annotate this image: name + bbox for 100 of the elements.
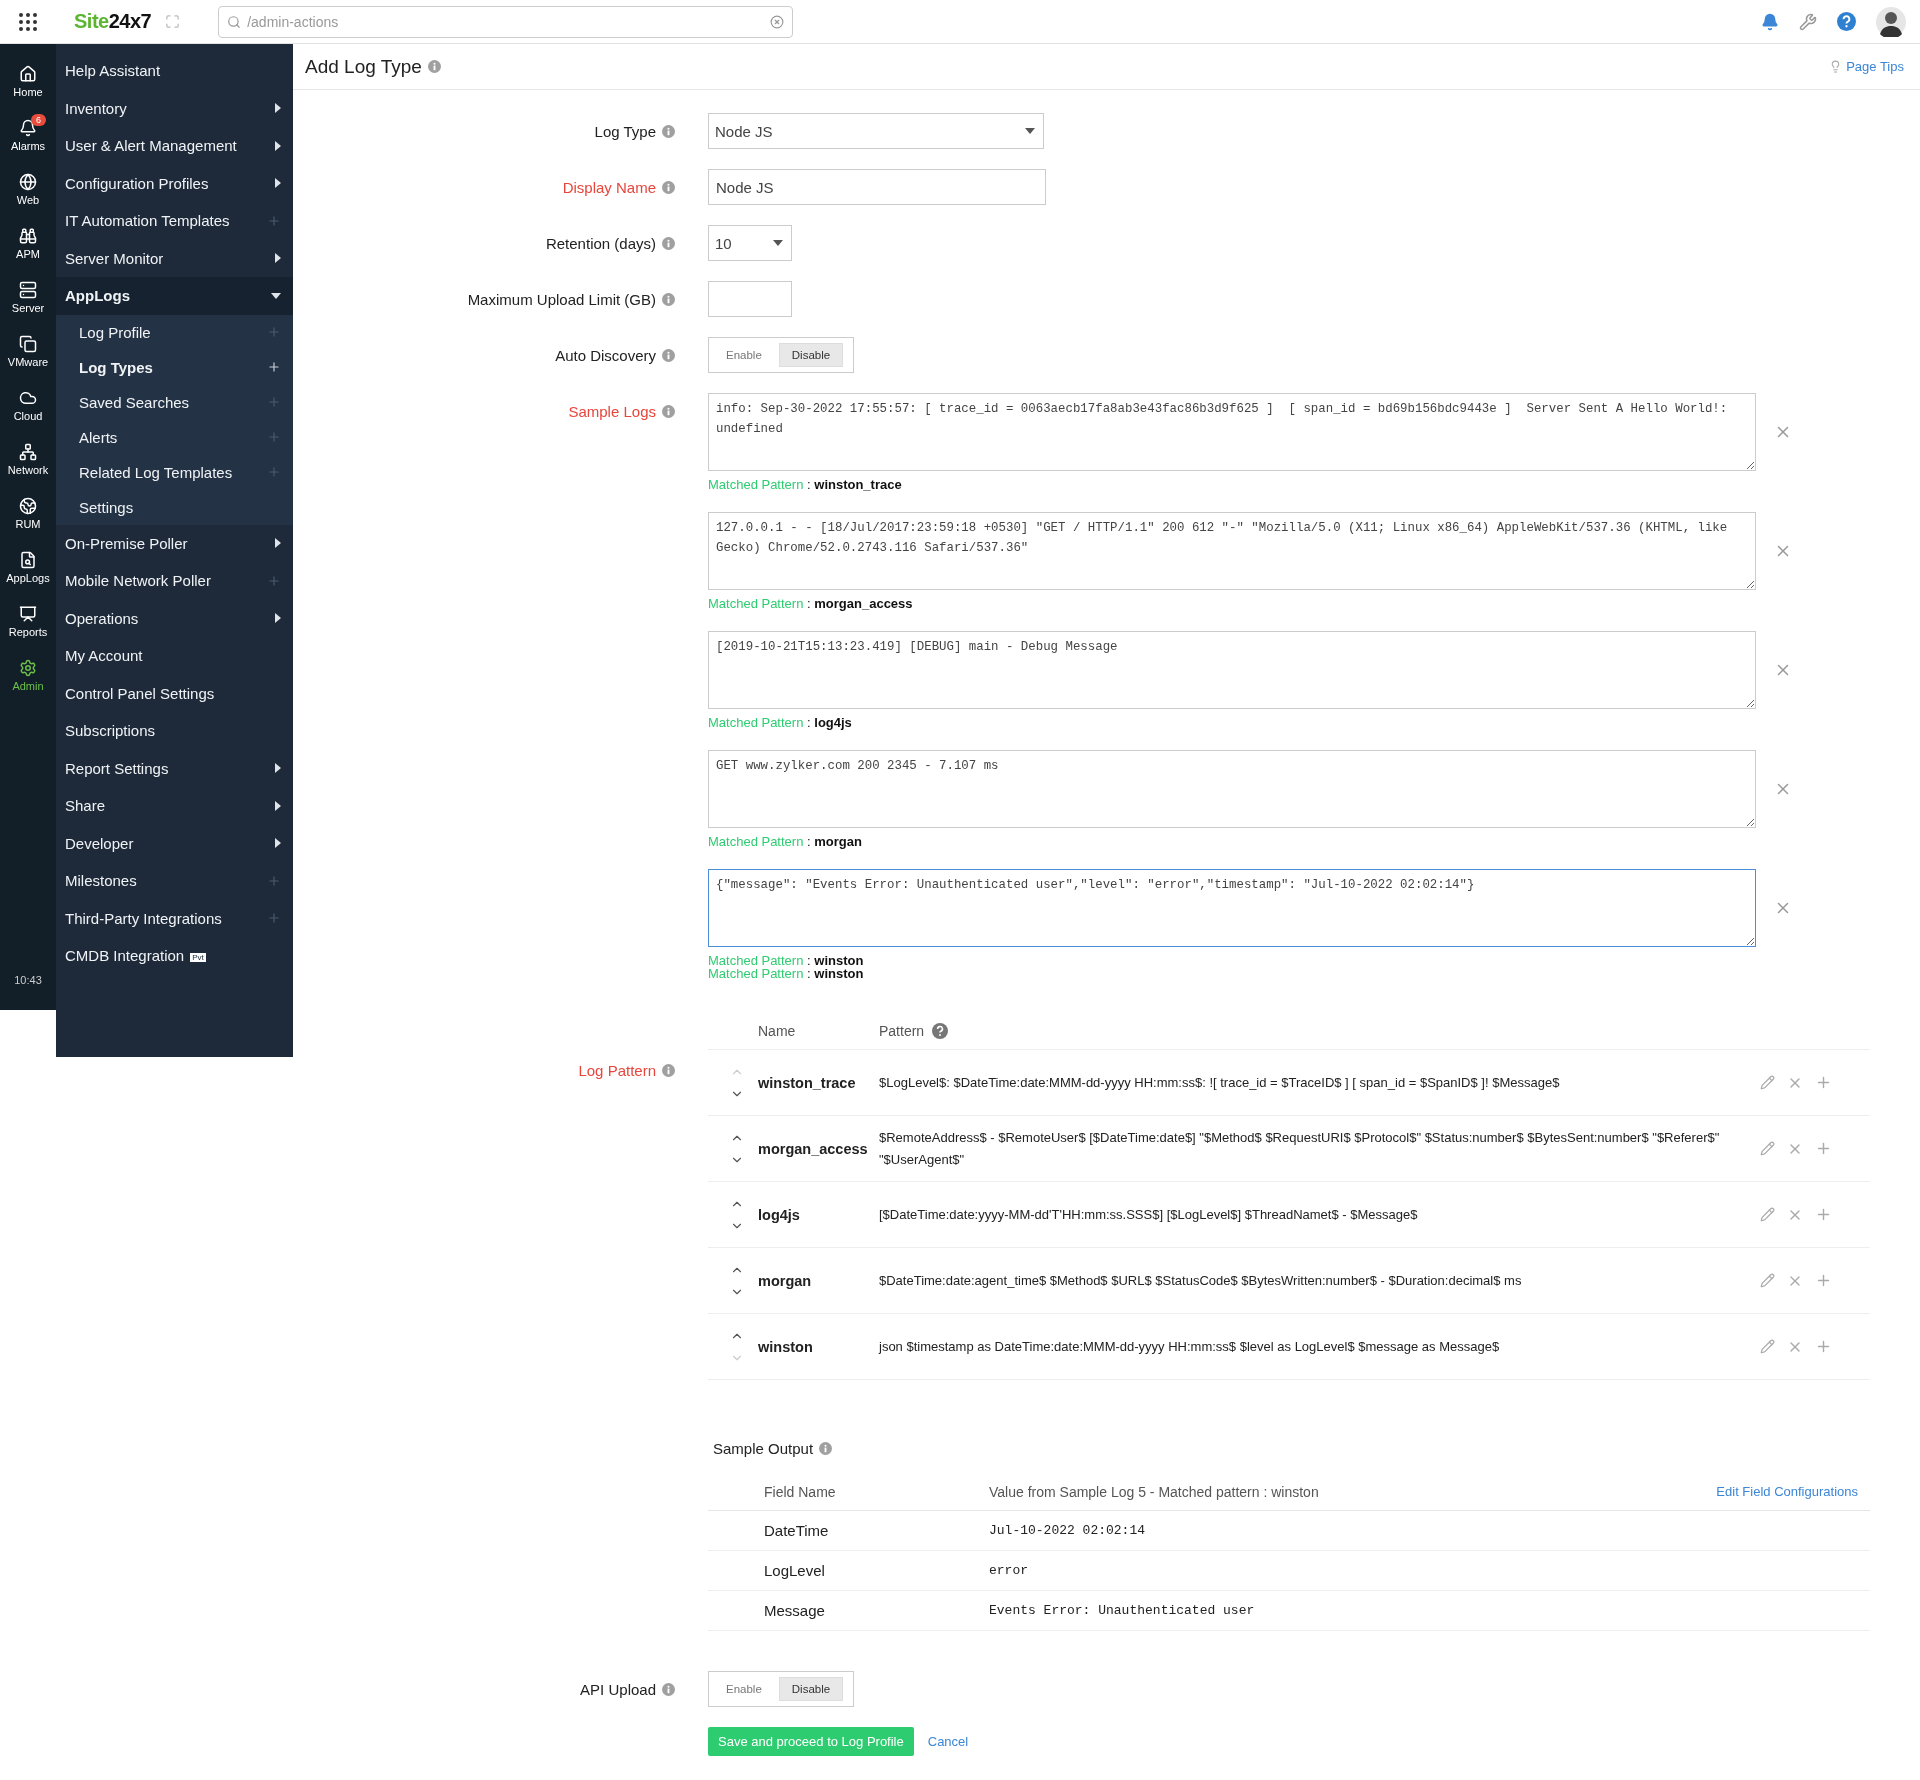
edit-icon[interactable] — [1760, 1075, 1775, 1090]
menu-item[interactable]: User & Alert Management — [56, 127, 293, 165]
toggle-option[interactable]: Enable — [713, 343, 775, 367]
field-name: Message — [764, 1602, 826, 1619]
menu-item[interactable]: Subscriptions — [56, 712, 293, 750]
submenu-item[interactable]: Related Log Templates — [56, 454, 293, 490]
help-icon[interactable] — [1837, 12, 1856, 31]
column-header: Field Name — [764, 1483, 837, 1500]
nav-item[interactable]: Web — [0, 162, 56, 216]
menu-item[interactable]: Configuration Profiles — [56, 164, 293, 202]
sample-log-field[interactable]: [2019-10-21T15:13:23.419] [DEBUG] main - Debug Message — [708, 631, 1756, 709]
expand-icon[interactable] — [165, 14, 181, 29]
page-tips-link[interactable]: Page Tips — [1829, 59, 1904, 74]
add-icon[interactable] — [1815, 1338, 1832, 1355]
nav-item[interactable]: VMware — [0, 324, 56, 378]
nav-icon — [19, 172, 37, 191]
nav-icon — [19, 226, 37, 245]
field-name: DateTime — [764, 1522, 830, 1539]
upload-limit-field[interactable] — [708, 281, 792, 317]
menu-item[interactable]: Report Settings — [56, 749, 293, 787]
avatar[interactable] — [1876, 6, 1906, 37]
nav-item[interactable]: 6 Alarms — [0, 108, 56, 162]
menu-item[interactable]: Help Assistant — [56, 52, 293, 90]
caret-icon — [275, 253, 281, 264]
display-name-field[interactable]: Node JS — [708, 169, 1046, 205]
clear-icon[interactable] — [770, 14, 785, 29]
caret-icon — [275, 613, 281, 624]
caret-icon — [271, 292, 281, 299]
cancel-link[interactable]: Cancel — [927, 1734, 969, 1749]
menu-item[interactable]: Control Panel Settings — [56, 674, 293, 712]
edit-fields-link[interactable]: Edit Field Configurations — [1716, 1484, 1858, 1499]
caret-icon — [275, 538, 281, 549]
wrench-icon[interactable] — [1799, 12, 1817, 31]
menu-item[interactable]: CMDB Integration Pvt — [56, 937, 293, 975]
nav-item[interactable]: Server — [0, 270, 56, 324]
plus-icon[interactable] — [267, 360, 281, 374]
notification-icon[interactable] — [1761, 12, 1779, 31]
help-icon[interactable] — [932, 1022, 949, 1039]
field-label: Maximum Upload Limit (GB) — [467, 290, 656, 308]
add-icon[interactable] — [1815, 1272, 1832, 1289]
nav-item[interactable]: Admin — [0, 648, 56, 702]
clock-time: 10:43 — [14, 974, 42, 986]
submenu-item[interactable]: Alerts — [56, 419, 293, 455]
matched-pattern-text: Matched Pattern : winston_trace — [708, 477, 903, 492]
menu-item[interactable]: Third-Party Integrations — [56, 899, 293, 937]
menu-item[interactable]: IT Automation Templates — [56, 202, 293, 240]
field-label: Auto Discovery — [555, 346, 656, 364]
nav-icon — [19, 64, 37, 83]
retention-select[interactable]: 10 — [708, 225, 792, 261]
submenu-item[interactable]: Log Profile — [56, 314, 293, 350]
toggle-option[interactable]: Disable — [778, 343, 844, 367]
field-name: LogLevel — [764, 1562, 826, 1579]
toggle-option[interactable]: Enable — [713, 1677, 775, 1701]
info-icon — [662, 292, 675, 306]
sample-log-field[interactable]: info: Sep-30-2022 17:55:57: [ trace_id = 0063aecb17fa8ab3e43fac86b3d9f625 ] [ span_id = bd69b156bdc9443e ] Server Sent A Hello World!: undefined — [708, 393, 1756, 471]
nav-item[interactable]: Reports — [0, 594, 56, 648]
menu-item[interactable]: Share — [56, 787, 293, 825]
alarm-count-badge: 6 — [31, 114, 46, 126]
submenu-item[interactable]: Settings — [56, 489, 293, 525]
search-field[interactable]: /admin-actions — [218, 5, 794, 38]
nav-item[interactable]: APM — [0, 216, 56, 270]
caret-icon — [275, 838, 281, 849]
menu-item[interactable]: Operations — [56, 599, 293, 637]
caret-icon — [1025, 128, 1035, 134]
menu-item[interactable]: Inventory — [56, 89, 293, 127]
pattern-name: winston_trace — [758, 1074, 857, 1091]
nav-item[interactable]: RUM — [0, 486, 56, 540]
edit-icon[interactable] — [1760, 1339, 1775, 1354]
edit-icon[interactable] — [1760, 1273, 1775, 1288]
submenu-item[interactable]: Log Types — [56, 349, 293, 385]
caret-icon — [275, 178, 281, 189]
menu-item[interactable]: My Account — [56, 637, 293, 675]
field-label: Display Name — [562, 178, 656, 196]
info-icon — [662, 180, 675, 194]
toggle-option[interactable]: Disable — [778, 1677, 844, 1701]
menu-item[interactable]: Mobile Network Poller — [56, 562, 293, 600]
nav-item[interactable]: Cloud — [0, 378, 56, 432]
nav-item[interactable]: AppLogs — [0, 540, 56, 594]
nav-item[interactable]: Home — [0, 54, 56, 108]
menu-item[interactable]: On-Premise Poller — [56, 524, 293, 562]
edit-icon[interactable] — [1760, 1207, 1775, 1222]
log-type-select[interactable]: Node JS — [708, 113, 1044, 149]
search-icon — [227, 14, 242, 29]
add-icon[interactable] — [1815, 1140, 1832, 1157]
menu-item[interactable]: AppLogs — [56, 277, 293, 315]
nav-item[interactable]: Network — [0, 432, 56, 486]
sample-log-field[interactable]: {"message": "Events Error: Unauthenticated user","level": "error","timestamp": "Jul-10-2022 02:02:14"} — [708, 869, 1756, 947]
sample-log-field[interactable]: 127.0.0.1 - - [18/Jul/2017:23:59:18 +0530] "GET / HTTP/1.1" 200 612 "-" "Mozilla/5.0 (X11; Linux x86_64) AppleWebKit/537.36 (KHTML, like Gecko) Chrome/52.0.2743.116 Safari/537.36" — [708, 512, 1756, 590]
pattern-name: morgan — [758, 1272, 813, 1289]
menu-item[interactable]: Milestones — [56, 862, 293, 900]
edit-icon[interactable] — [1760, 1141, 1775, 1156]
submenu-item[interactable]: Saved Searches — [56, 384, 293, 420]
menu-item[interactable]: Developer — [56, 824, 293, 862]
matched-pattern-text: Matched Pattern : log4js — [708, 715, 853, 730]
pattern-text: $DateTime:date:agent_time$ $Method$ $URL$ $StatusCode$ $BytesWritten:number$ - $Duration:decimal$ ms — [879, 1271, 1523, 1290]
field-label: Log Type — [594, 122, 656, 140]
sample-log-field[interactable]: GET www.zylker.com 200 2345 - 7.107 ms — [708, 750, 1756, 828]
add-icon[interactable] — [1815, 1206, 1832, 1223]
add-icon[interactable] — [1815, 1074, 1832, 1091]
menu-item[interactable]: Server Monitor — [56, 239, 293, 277]
